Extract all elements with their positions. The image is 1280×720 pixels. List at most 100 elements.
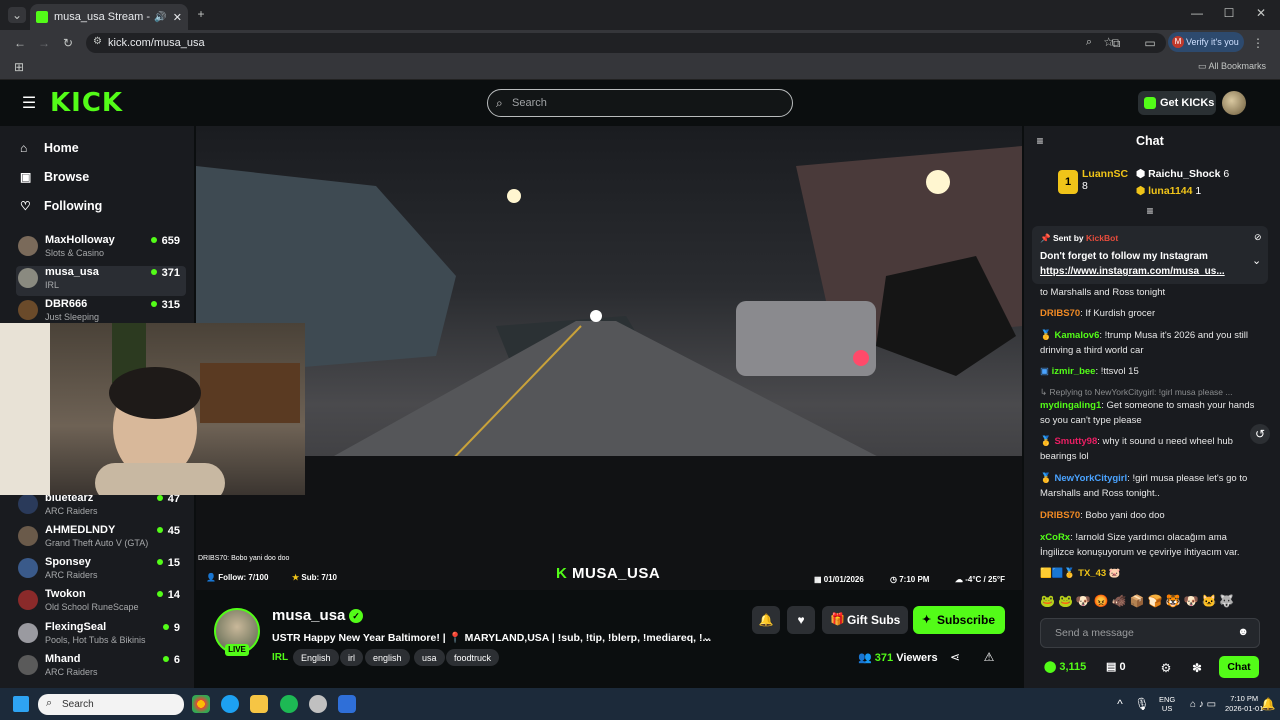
tab-close-icon[interactable]: ✕ <box>173 11 182 24</box>
stream-tag[interactable]: English <box>293 649 339 666</box>
nav-browse[interactable]: ▣ Browse <box>20 170 89 184</box>
share-icon[interactable]: ⋖ <box>948 650 962 664</box>
windows-start-icon[interactable] <box>13 696 29 712</box>
new-tab-icon[interactable]: + <box>194 7 208 21</box>
maximize-icon[interactable]: ☐ <box>1222 6 1236 20</box>
app-taskbar-icon[interactable] <box>338 695 356 713</box>
pinned-sent-by: Sent by <box>1052 233 1084 243</box>
sidebar-channel-mhand[interactable]: Mhand ARC Raiders 6 <box>16 653 186 683</box>
emote-row[interactable]: 🐸🐸🐶😡🐗📦🍞🐯🐶🐱🐺 <box>1040 594 1258 608</box>
scroll-to-latest-icon[interactable]: ↺ <box>1250 424 1270 444</box>
all-bookmarks-button[interactable]: ▭ All Bookmarks <box>1198 61 1266 72</box>
chat-username[interactable]: NewYorkCitygirl <box>1054 473 1127 484</box>
chat-username[interactable]: mydingaling1 <box>1040 400 1101 411</box>
cast-icon[interactable]: ▭ <box>1142 35 1158 51</box>
edge-taskbar-icon[interactable] <box>221 695 239 713</box>
streamer-name[interactable]: musa_usa <box>272 607 345 624</box>
send-chat-button[interactable]: Chat <box>1219 656 1259 678</box>
tray-overflow-chevron-icon[interactable]: ^ <box>1114 697 1126 711</box>
url-bar[interactable]: ⚙ kick.com/musa_usa ⌕ ☆ <box>86 33 1166 53</box>
chat-rules-icon[interactable]: ✽ <box>1189 660 1205 676</box>
language-indicator[interactable]: ENG US <box>1159 695 1175 713</box>
expand-pinned-chevron-icon[interactable]: ⌄ <box>1252 254 1261 267</box>
close-window-icon[interactable]: ✕ <box>1254 6 1268 20</box>
browser-menu-icon[interactable]: ⋮ <box>1252 35 1264 51</box>
chat-username[interactable]: DRIBS70 <box>1040 510 1080 521</box>
chat-username[interactable]: TX_43 <box>1078 568 1106 579</box>
leaderboard-name: Raichu_Shock <box>1148 168 1221 180</box>
sidebar-channel-ahmedlndy[interactable]: AHMEDLNDY Grand Theft Auto V (GTA) 45 <box>16 524 186 554</box>
video-player[interactable] <box>196 126 1022 590</box>
notifications-bell-button[interactable]: 🔔 <box>752 606 780 634</box>
stream-tag[interactable]: usa <box>414 649 445 666</box>
overlay-sub-goal: ★ Sub: 7/10 <box>292 573 337 582</box>
gift-subs-button[interactable]: 🎁 Gift Subs <box>822 606 908 634</box>
back-icon[interactable]: ← <box>12 35 28 51</box>
sidebar-channel-maxholloway[interactable]: MaxHolloway Slots & Casino 659 <box>16 234 186 264</box>
drops-counter[interactable]: ▤ 0 <box>1106 660 1126 673</box>
user-avatar[interactable] <box>1222 91 1246 115</box>
notifications-icon[interactable]: 🔔 <box>1261 697 1276 711</box>
leaderboard-toggle-icon[interactable]: ≡ <box>1143 204 1157 218</box>
microphone-icon[interactable]: 🎙 <box>1134 697 1149 711</box>
sidebar-channel-bluetearz[interactable]: bluetearz ARC Raiders 47 <box>16 492 186 522</box>
leaderboard-entry-3[interactable]: ⬢ luna1144 1 <box>1136 185 1201 197</box>
taskbar-search[interactable]: ⌕ Search <box>38 694 184 715</box>
get-kicks-button[interactable]: Get KICKs <box>1138 91 1216 115</box>
overlay-chat-line: DRIBS70: Bobo yani doo doo <box>198 555 290 562</box>
nav-following[interactable]: ♡ Following <box>20 199 102 213</box>
stream-category-link[interactable]: IRL <box>272 652 288 663</box>
site-info-icon[interactable]: ⚙ <box>93 36 102 47</box>
file-explorer-taskbar-icon[interactable] <box>250 695 268 713</box>
stream-tag[interactable]: irl <box>340 649 363 666</box>
pinned-link[interactable]: https://www.instagram.com/musa_us... <box>1040 266 1225 277</box>
network-volume-battery-icons[interactable]: ⌂ ♪ ▭ <box>1186 697 1220 711</box>
search-input[interactable]: ⌕ Search <box>487 89 793 117</box>
tab-list-icon[interactable]: ⌄ <box>8 7 26 23</box>
chat-message: mydingaling1: Get someone to smash your … <box>1040 400 1255 426</box>
leaderboard-entry-1[interactable]: LuannSC 8 <box>1082 168 1128 192</box>
forward-icon[interactable]: → <box>36 35 52 51</box>
chat-message: 🥇 Kamalov6: !trump Musa it's 2026 and yo… <box>1040 330 1248 356</box>
spotify-taskbar-icon[interactable] <box>280 695 298 713</box>
tab-audio-icon[interactable]: 🔊 <box>154 12 166 23</box>
reload-icon[interactable]: ↻ <box>60 35 76 51</box>
follow-heart-button[interactable]: ♥ <box>787 606 815 634</box>
taskbar-clock[interactable]: 7:10 PM 2026-01-01 <box>1225 694 1263 714</box>
emoji-picker-icon[interactable]: ☻ <box>1237 626 1249 638</box>
leaderboard-entry-2[interactable]: ⬢ Raichu_Shock 6 <box>1136 168 1229 180</box>
sidebar-channel-flexingseal[interactable]: FlexingSeal Pools, Hot Tubs & Bikinis 9 <box>16 621 186 651</box>
stream-tag[interactable]: english <box>365 649 410 666</box>
app-taskbar-icon[interactable] <box>309 695 327 713</box>
chat-username[interactable]: izmir_bee <box>1052 366 1096 377</box>
zoom-icon[interactable]: ⌕ <box>1086 36 1092 49</box>
unpin-icon[interactable]: ⊘ <box>1254 232 1262 243</box>
sidebar-channel-musa-usa[interactable]: musa_usa IRL 371 <box>16 266 186 296</box>
chat-username[interactable]: DRIBS70 <box>1040 308 1080 319</box>
nav-home[interactable]: ⌂ Home <box>20 141 79 155</box>
chat-username[interactable]: Kamalov6 <box>1054 330 1099 341</box>
chat-username[interactable]: xCoRx <box>1040 532 1070 543</box>
report-warning-icon[interactable]: ⚠ <box>982 650 996 664</box>
subscribe-button[interactable]: ✦ Subscribe <box>913 606 1005 634</box>
channel-points[interactable]: ⬤ 3,115 <box>1044 660 1086 673</box>
minimize-icon[interactable]: — <box>1190 6 1204 20</box>
chat-message-input[interactable]: Send a message ☻ <box>1040 618 1260 648</box>
kick-logo[interactable]: KICK <box>50 88 123 118</box>
extensions-icon[interactable]: ⧉ <box>1108 35 1124 51</box>
menu-hamburger-icon[interactable]: ☰ <box>20 95 38 112</box>
stream-tag[interactable]: foodtruck <box>446 649 500 666</box>
chrome-taskbar-icon[interactable] <box>192 695 210 713</box>
collapse-chat-icon[interactable]: ≡ <box>1032 134 1048 148</box>
apps-grid-icon[interactable]: ⊞ <box>12 60 26 74</box>
pinned-message[interactable]: 📌 Sent by KickBot ⊘ Don't forget to foll… <box>1032 226 1268 284</box>
expand-title-chevron-icon[interactable]: ⌄ <box>701 630 713 644</box>
clock-icon: ◷ <box>890 575 900 584</box>
verify-identity-button[interactable]: M Verify it's you <box>1168 32 1244 52</box>
browser-tab[interactable]: musa_usa Stream - Watch L 🔊 ✕ <box>30 4 188 30</box>
message-text: to Marshalls and Ross tonight <box>1040 287 1166 298</box>
chat-settings-gear-icon[interactable]: ⚙ <box>1159 661 1173 675</box>
chat-username[interactable]: Smutty98 <box>1054 436 1097 447</box>
sidebar-channel-sponsey[interactable]: Sponsey ARC Raiders 15 <box>16 556 186 586</box>
sidebar-channel-twokon[interactable]: Twokon Old School RuneScape 14 <box>16 588 186 618</box>
